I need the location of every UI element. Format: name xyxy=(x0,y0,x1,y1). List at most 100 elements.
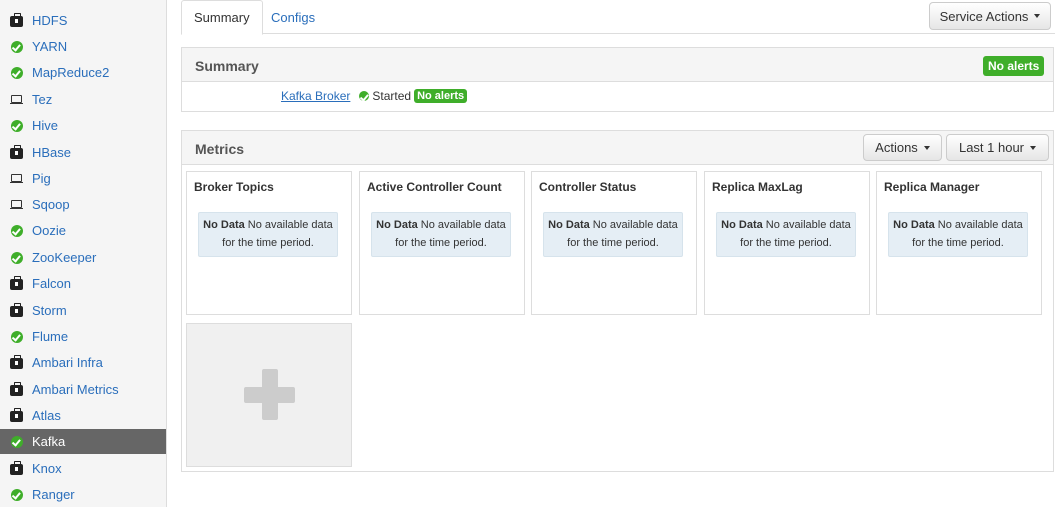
widget-title: Broker Topics xyxy=(194,180,274,194)
check-circle-icon xyxy=(10,119,23,132)
check-circle-icon xyxy=(10,40,23,53)
no-data-label: No Data xyxy=(548,219,590,231)
no-data-message: No Data No available data for the time p… xyxy=(371,212,511,257)
sidebar-item-hdfs[interactable]: HDFS xyxy=(0,8,166,33)
check-circle-icon xyxy=(357,90,370,103)
sidebar-item-label: HDFS xyxy=(32,13,68,28)
no-data-label: No Data xyxy=(203,219,245,231)
sidebar-item-sqoop[interactable]: Sqoop xyxy=(0,192,166,217)
sidebar-item-label: Sqoop xyxy=(32,197,70,212)
no-data-message: No Data No available data for the time p… xyxy=(543,212,683,257)
sidebar-item-label: Kafka xyxy=(32,434,66,449)
sidebar-item-label: Oozie xyxy=(32,223,66,238)
briefcase-icon xyxy=(10,381,23,396)
service-actions-label: Service Actions xyxy=(939,8,1029,24)
laptop-icon xyxy=(10,198,23,211)
check-circle-icon xyxy=(10,224,23,237)
metrics-panel-title: Metrics xyxy=(195,141,245,157)
component-status: Started xyxy=(372,89,412,103)
sidebar-item-ambari-metrics[interactable]: Ambari Metrics xyxy=(0,377,166,402)
sidebar-item-label: Hive xyxy=(32,118,59,133)
sidebar-item-yarn[interactable]: YARN xyxy=(0,34,166,59)
sidebar-item-tez[interactable]: Tez xyxy=(0,87,166,112)
widget-replica-maxlag[interactable]: Replica MaxLag No Data No available data… xyxy=(704,171,870,315)
sidebar-item-kafka[interactable]: Kafka xyxy=(0,429,166,454)
caret-down-icon xyxy=(1030,145,1037,150)
sidebar-item-atlas[interactable]: Atlas xyxy=(0,403,166,428)
kafka-broker-link[interactable]: Kafka Broker xyxy=(281,89,350,103)
summary-panel-title: Summary xyxy=(195,58,259,74)
time-range-label: Last 1 hour xyxy=(958,140,1025,155)
briefcase-icon xyxy=(10,275,23,290)
briefcase-icon xyxy=(10,144,23,159)
component-row: Kafka Broker Started No alerts xyxy=(281,89,468,103)
sidebar-item-ranger[interactable]: Ranger xyxy=(0,482,166,507)
widget-title: Replica MaxLag xyxy=(712,180,803,194)
component-alerts-badge[interactable]: No alerts xyxy=(414,89,468,103)
widget-title: Controller Status xyxy=(539,180,637,194)
widget-controller-status[interactable]: Controller Status No Data No available d… xyxy=(531,171,697,315)
metrics-actions-button[interactable]: Actions xyxy=(863,134,942,161)
metrics-actions-label: Actions xyxy=(875,140,918,155)
widget-title: Replica Manager xyxy=(884,180,980,194)
no-data-message: No Data No available data for the time p… xyxy=(198,212,338,257)
sidebar-item-label: ZooKeeper xyxy=(32,250,97,265)
widget-title: Active Controller Count xyxy=(367,180,502,194)
sidebar-item-label: HBase xyxy=(32,145,72,160)
no-data-label: No Data xyxy=(376,219,418,231)
no-data-message: No Data No available data for the time p… xyxy=(888,212,1028,257)
sidebar-item-storm[interactable]: Storm xyxy=(0,298,166,323)
briefcase-icon xyxy=(10,12,23,27)
sidebar-item-label: YARN xyxy=(32,39,68,54)
sidebar-item-hive[interactable]: Hive xyxy=(0,113,166,138)
no-data-label: No Data xyxy=(893,219,935,231)
sidebar-item-label: Knox xyxy=(32,461,62,476)
check-circle-icon xyxy=(10,66,23,79)
sidebar-item-pig[interactable]: Pig xyxy=(0,166,166,191)
sidebar-item-knox[interactable]: Knox xyxy=(0,456,166,481)
sidebar-item-zookeeper[interactable]: ZooKeeper xyxy=(0,245,166,270)
service-sidebar: HDFS YARN MapReduce2 Tez Hive HBase Pig … xyxy=(0,0,167,507)
check-circle-icon xyxy=(10,488,23,501)
briefcase-icon xyxy=(10,354,23,369)
tab-summary[interactable]: Summary xyxy=(181,0,263,35)
no-data-label: No Data xyxy=(721,219,763,231)
sidebar-item-oozie[interactable]: Oozie xyxy=(0,218,166,243)
briefcase-icon xyxy=(10,460,23,475)
tab-configs[interactable]: Configs xyxy=(259,0,327,35)
sidebar-item-label: Flume xyxy=(32,329,69,344)
no-data-message: No Data No available data for the time p… xyxy=(716,212,856,257)
caret-down-icon xyxy=(1034,14,1041,18)
check-circle-icon xyxy=(10,330,23,343)
sidebar-item-label: Ambari Metrics xyxy=(32,382,119,397)
briefcase-icon xyxy=(10,407,23,422)
service-actions-button[interactable]: Service Actions xyxy=(929,2,1051,30)
widget-broker-topics[interactable]: Broker Topics No Data No available data … xyxy=(186,171,352,315)
summary-panel-header: Summary No alerts xyxy=(182,48,1053,82)
add-widget-button[interactable] xyxy=(186,323,352,467)
check-circle-icon xyxy=(10,435,23,448)
sidebar-item-flume[interactable]: Flume xyxy=(0,324,166,349)
widget-active-controller-count[interactable]: Active Controller Count No Data No avail… xyxy=(359,171,525,315)
caret-down-icon xyxy=(923,145,930,150)
widget-replica-manager[interactable]: Replica Manager No Data No available dat… xyxy=(876,171,1042,315)
service-tabs: Summary Configs xyxy=(181,0,1055,35)
summary-panel: Summary No alerts Kafka Broker Started N… xyxy=(181,47,1054,112)
check-circle-icon xyxy=(10,251,23,264)
sidebar-item-label: Atlas xyxy=(32,408,61,423)
sidebar-item-label: MapReduce2 xyxy=(32,65,110,80)
alerts-badge[interactable]: No alerts xyxy=(983,56,1045,76)
sidebar-item-hbase[interactable]: HBase xyxy=(0,140,166,165)
sidebar-item-label: Storm xyxy=(32,303,67,318)
time-range-button[interactable]: Last 1 hour xyxy=(946,134,1049,161)
sidebar-item-ambari-infra[interactable]: Ambari Infra xyxy=(0,350,166,375)
sidebar-item-mapreduce2[interactable]: MapReduce2 xyxy=(0,60,166,85)
laptop-icon xyxy=(10,93,23,106)
briefcase-icon xyxy=(10,302,23,317)
laptop-icon xyxy=(10,172,23,185)
sidebar-item-label: Ambari Infra xyxy=(32,355,103,370)
sidebar-item-label: Falcon xyxy=(32,276,72,291)
sidebar-item-label: Pig xyxy=(32,171,51,186)
sidebar-item-label: Ranger xyxy=(32,487,75,502)
sidebar-item-falcon[interactable]: Falcon xyxy=(0,271,166,296)
